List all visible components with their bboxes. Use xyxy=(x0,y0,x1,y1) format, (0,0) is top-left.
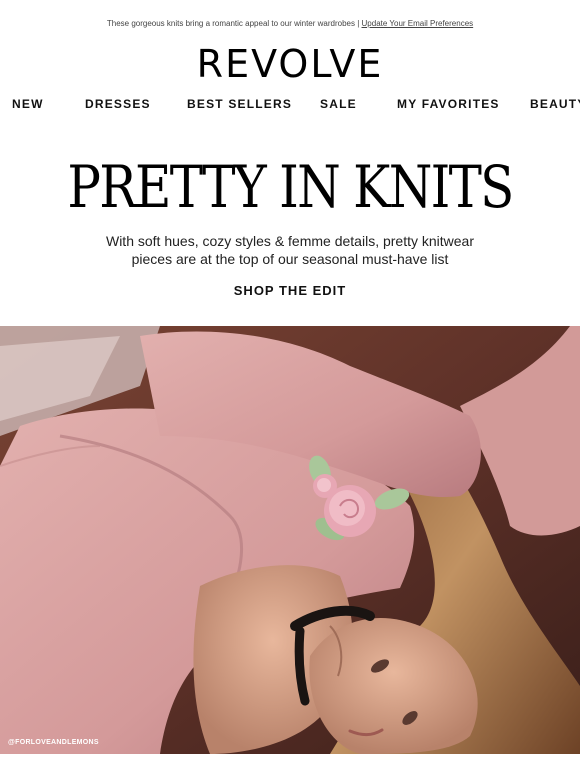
nav-item-new[interactable]: NEW xyxy=(12,97,44,111)
email-preferences-link[interactable]: Update Your Email Preferences xyxy=(362,19,474,28)
nav-item-beauty[interactable]: BEAUTY xyxy=(530,97,580,111)
shop-the-edit-link[interactable]: SHOP THE EDIT xyxy=(0,283,580,298)
intro-copy: With soft hues, cozy styles & femme deta… xyxy=(40,232,540,268)
preheader-text: These gorgeous knits bring a romantic ap… xyxy=(106,19,362,28)
revolve-logo[interactable]: REVOLVE xyxy=(0,40,580,88)
nav-item-sale[interactable]: SALE xyxy=(320,97,357,111)
page-headline: PRETTY IN KNITS xyxy=(67,153,514,221)
photo-credit: @FORLOVEANDLEMONS xyxy=(8,739,99,746)
hero-image[interactable]: @FORLOVEANDLEMONS xyxy=(0,326,580,754)
intro-copy-line-2: pieces are at the top of our seasonal mu… xyxy=(131,251,449,267)
intro-copy-line-1: With soft hues, cozy styles & femme deta… xyxy=(105,233,475,249)
hero-photo-illustration xyxy=(0,326,580,754)
nav-item-dresses[interactable]: DRESSES xyxy=(85,97,151,111)
nav-item-best-sellers[interactable]: BEST SELLERS xyxy=(187,97,292,111)
nav-item-my-favorites[interactable]: MY FAVORITES xyxy=(397,97,500,111)
main-navigation: NEW DRESSES BEST SELLERS SALE MY FAVORIT… xyxy=(12,97,580,113)
preheader: These gorgeous knits bring a romantic ap… xyxy=(0,19,580,28)
